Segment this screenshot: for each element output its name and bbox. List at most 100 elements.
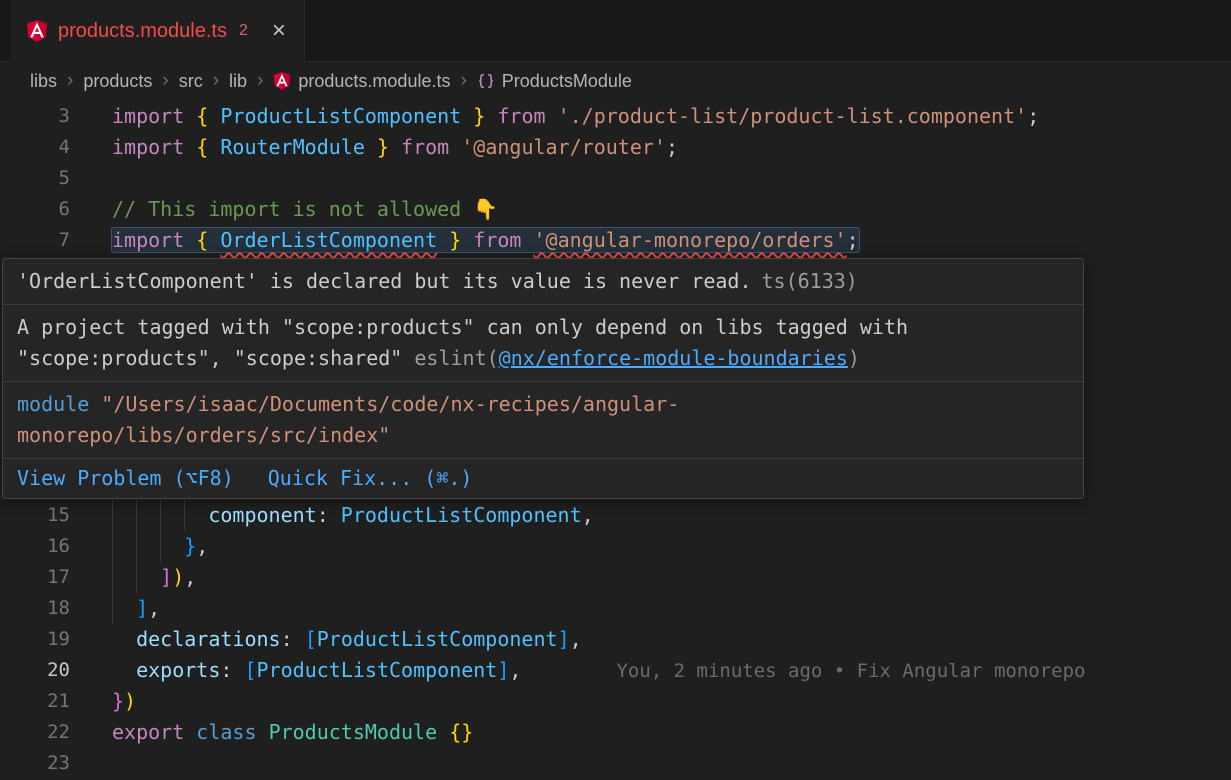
breadcrumb-file-label: products.module.ts [298,71,450,92]
token: ; [1027,104,1039,128]
code-line-16[interactable]: }, [112,531,208,562]
line-number-18[interactable]: 18 [0,593,70,624]
line-number-6[interactable]: 6 [0,194,70,225]
token: ProductListComponent [317,627,558,651]
breadcrumb-separator-icon: › [162,70,168,92]
diagnostic-hover-popup: 'OrderListComponent' is declared but its… [2,258,1084,499]
token: { [196,135,208,159]
code-line-19[interactable]: declarations: [ProductListComponent], [112,624,582,655]
tab-products-module-ts[interactable]: products.module.ts 2 × [10,0,305,62]
line-number-23[interactable]: 23 [0,748,70,779]
line-number-17[interactable]: 17 [0,562,70,593]
breadcrumb-item-src[interactable]: src [179,71,203,92]
token: // This import is not allowed [112,197,473,221]
code-line-18[interactable]: ], [112,593,160,624]
tab-close-icon[interactable]: × [272,19,286,43]
diagnostic-code: ts(6133) [762,269,858,293]
code-line-17[interactable]: ]), [112,562,196,593]
code-line-15[interactable]: component: ProductListComponent, [112,500,594,531]
line-number-7[interactable]: 7 [0,225,70,256]
breadcrumb-item-products[interactable]: products [83,71,152,92]
module-declaration-line2: monorepo/libs/orders/src/index" [17,420,1069,451]
token: ] [136,596,148,620]
token [112,596,136,620]
token [208,104,220,128]
token: , [196,534,208,558]
breadcrumb-item-symbol[interactable]: ProductsModule [477,71,632,92]
token: ; [666,135,678,159]
line-number-19[interactable]: 19 [0,624,70,655]
token: {} [449,720,473,744]
token: ; [847,228,859,252]
code-line-21[interactable]: }) [112,686,136,717]
token: ] [558,627,570,651]
code-text: import { OrderListComponent } from '@ang… [112,228,859,252]
token: [ [305,627,317,651]
line-number-22[interactable]: 22 [0,717,70,748]
token: : [281,627,305,651]
code-text: // This import is not allowed 👇 [112,197,498,221]
line-number-21[interactable]: 21 [0,686,70,717]
breadcrumb-item-lib[interactable]: lib [229,71,247,92]
token: , [184,565,196,589]
view-problem-button[interactable]: View Problem (⌥F8) [17,463,234,494]
token [485,104,497,128]
code-line-20[interactable]: exports: [ProductListComponent],You, 2 m… [112,655,1085,686]
breadcrumb-symbol-label: ProductsModule [502,71,632,92]
breadcrumb-item-file[interactable]: products.module.ts [273,71,450,92]
module-path-line1: "/Users/isaac/Documents/code/nx-recipes/… [89,392,679,416]
code-text: export class ProductsModule {} [112,720,473,744]
angular-icon [26,19,48,43]
token [208,228,220,252]
token: import [112,104,184,128]
line-number-3[interactable]: 3 [0,101,70,132]
token [208,135,220,159]
code-line-22[interactable]: export class ProductsModule {} [112,717,473,748]
breadcrumb-separator-icon: › [460,70,466,92]
line-number-5[interactable]: 5 [0,163,70,194]
eslint-message-line2-text: "scope:products", "scope:shared" [17,346,414,370]
code-line-7[interactable]: import { OrderListComponent } from '@ang… [112,225,859,256]
tab-title: products.module.ts [58,20,227,43]
token: declarations [136,627,281,651]
line-number-16[interactable]: 16 [0,531,70,562]
code-text: import { ProductListComponent } from './… [112,104,1039,128]
token: } [377,135,389,159]
token: } [449,228,461,252]
token: import [112,228,184,252]
code-line-6[interactable]: // This import is not allowed 👇 [112,194,498,225]
code-text: component: ProductListComponent, [112,503,594,527]
token: ProductsModule [269,720,438,744]
code-editor[interactable]: 34567891011121314151617181920212223 impo… [0,100,1231,780]
token: : [317,503,341,527]
token: import [112,135,184,159]
eslint-rule-link[interactable]: @nx/enforce-module-boundaries [499,346,848,370]
token: from [497,104,545,128]
code-text: declarations: [ProductListComponent], [112,627,582,651]
breadcrumb-item-libs[interactable]: libs [30,71,57,92]
eslint-message-line1: A project tagged with "scope:products" c… [17,312,1069,343]
token: from [473,228,521,252]
token: 👇 [473,197,498,221]
hover-diagnostic-section: 'OrderListComponent' is declared but its… [3,259,1083,305]
breadcrumb-separator-icon: › [257,70,263,92]
code-text: import { RouterModule } from '@angular/r… [112,135,678,159]
token: exports [136,658,220,682]
code-text: }) [112,689,136,713]
eslint-message-line2: "scope:products", "scope:shared" eslint(… [17,343,1069,374]
token: ProductListComponent [341,503,582,527]
quick-fix-button[interactable]: Quick Fix... (⌘.) [268,463,473,494]
line-number-4[interactable]: 4 [0,132,70,163]
git-blame-annotation: You, 2 minutes ago • Fix Angular monorep… [616,660,1085,682]
line-number-15[interactable]: 15 [0,500,70,531]
token [184,228,196,252]
code-text: }, [112,534,208,558]
line-number-20[interactable]: 20 [0,655,70,686]
token: , [148,596,160,620]
token [112,503,208,527]
breadcrumb-separator-icon: › [213,70,219,92]
code-line-3[interactable]: import { ProductListComponent } from './… [112,101,1039,132]
token [184,104,196,128]
code-line-4[interactable]: import { RouterModule } from '@angular/r… [112,132,678,163]
token: ProductListComponent [220,104,461,128]
